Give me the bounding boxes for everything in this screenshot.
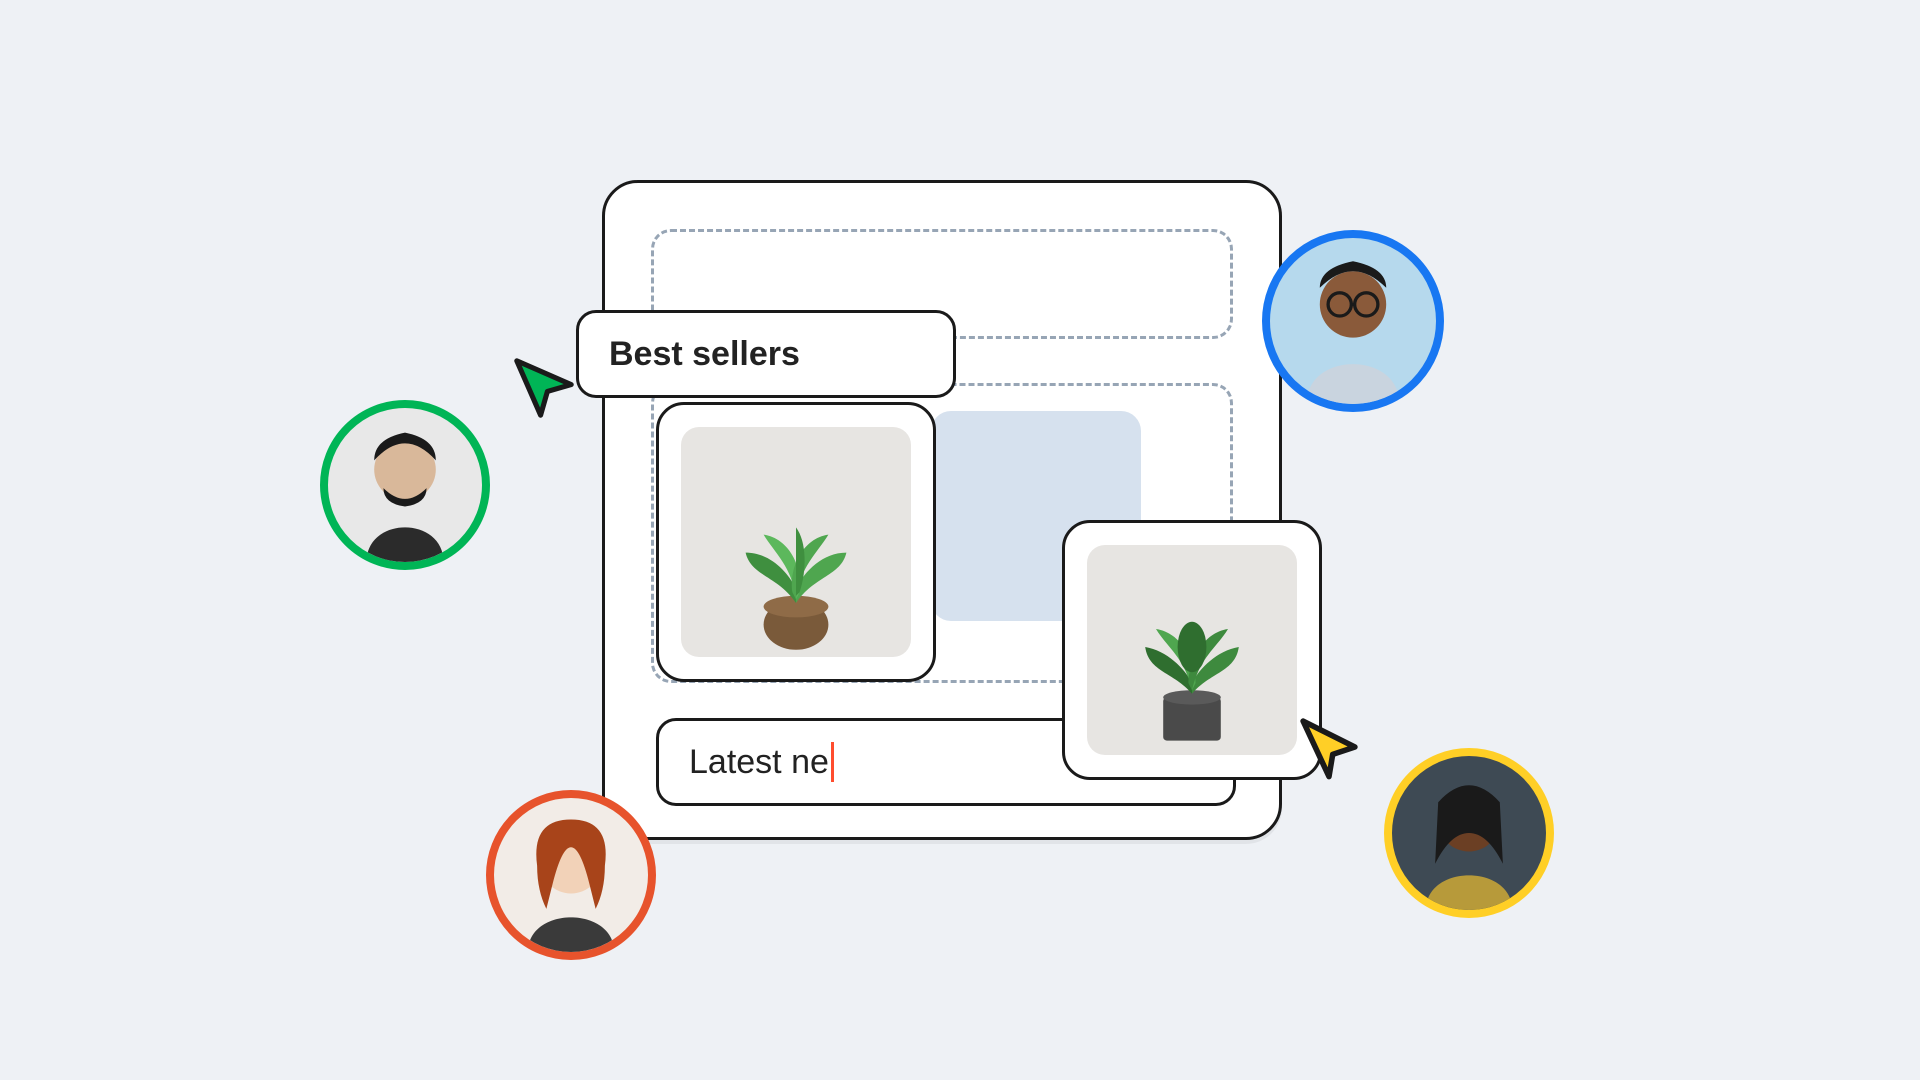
typing-text: Latest ne	[689, 743, 829, 782]
plant-icon	[1102, 575, 1282, 755]
collaborator-avatar-yellow[interactable]	[1384, 748, 1554, 918]
avatar-image	[494, 798, 648, 952]
product-card-dragging[interactable]	[1062, 520, 1322, 780]
plant-icon	[706, 477, 886, 657]
collaboration-illustration: Best sellers	[0, 0, 1920, 1080]
avatar-image	[328, 408, 482, 562]
collaborator-avatar-blue[interactable]	[1262, 230, 1444, 412]
product-card[interactable]	[656, 402, 936, 682]
collaborator-avatar-green[interactable]	[320, 400, 490, 570]
cursor-arrow-icon	[510, 354, 578, 422]
text-caret-icon	[831, 742, 834, 782]
avatar-image	[1270, 238, 1436, 404]
cursor-arrow-icon	[1292, 710, 1366, 784]
section-title-text: Best sellers	[609, 335, 800, 374]
product-thumbnail	[681, 427, 911, 657]
product-thumbnail	[1087, 545, 1297, 755]
avatar-image	[1392, 756, 1546, 910]
section-title-chip[interactable]: Best sellers	[576, 310, 956, 398]
collaborator-avatar-orange[interactable]	[486, 790, 656, 960]
